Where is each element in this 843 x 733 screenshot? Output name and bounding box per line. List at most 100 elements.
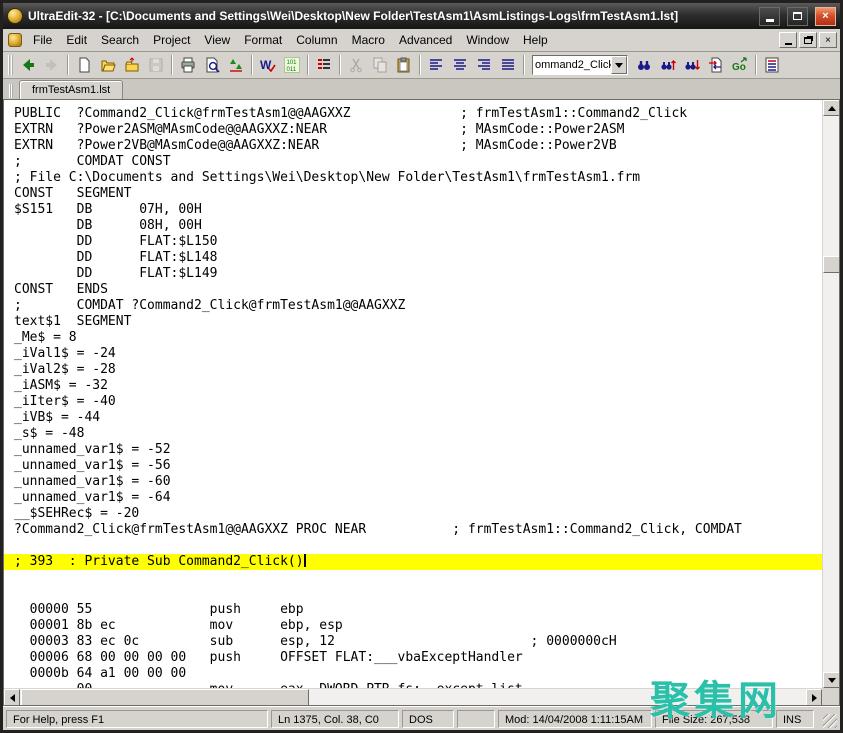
justify-button[interactable] [496, 54, 520, 77]
status-bar: For Help, press F1 Ln 1375, Col. 38, C0 … [3, 706, 840, 730]
vertical-scrollbar[interactable] [822, 100, 839, 688]
scroll-left-icon [6, 694, 15, 702]
copy-button [368, 54, 392, 77]
spell-check-button[interactable]: W [256, 54, 280, 77]
code-line [4, 538, 822, 554]
replace-button[interactable] [704, 54, 728, 77]
find-icon [636, 57, 652, 73]
code-line [4, 586, 822, 602]
paste-button[interactable] [392, 54, 416, 77]
print-preview-button[interactable] [200, 54, 224, 77]
code-line: CONST SEGMENT [4, 186, 822, 202]
scroll-up-button[interactable] [823, 100, 840, 116]
menu-item-search[interactable]: Search [94, 31, 146, 49]
code-line: ?Command2_Click@frmTestAsm1@@AAGXXZ PROC… [4, 522, 822, 538]
menu-item-macro[interactable]: Macro [345, 31, 392, 49]
tab-frmtestasm1[interactable]: frmTestAsm1.lst [19, 80, 123, 99]
find-what-value[interactable]: ommand2_Click [533, 56, 611, 74]
replace-icon [708, 57, 724, 73]
toolbar-grip[interactable] [8, 55, 13, 75]
chevron-down-icon [615, 63, 623, 72]
horizontal-scroll-thumb[interactable] [21, 689, 309, 706]
finddown-icon [684, 57, 700, 73]
scroll-down-button[interactable] [823, 672, 840, 688]
align-center-button[interactable] [448, 54, 472, 77]
menu-item-edit[interactable]: Edit [59, 31, 94, 49]
mdi-restore-icon [804, 37, 812, 44]
status-insert-mode: INS [776, 710, 814, 728]
code-line: __$SEHRec$ = -20 [4, 506, 822, 522]
code-line: PUBLIC ?Command2_Click@frmTestAsm1@@AAGX… [4, 106, 822, 122]
findup-icon [660, 57, 676, 73]
paste-icon [396, 57, 412, 73]
close-file-button[interactable] [120, 54, 144, 77]
maximize-icon [793, 12, 802, 20]
code-line: _Me$ = 8 [4, 330, 822, 346]
toolbar-separator [523, 55, 525, 75]
menu-item-format[interactable]: Format [237, 31, 289, 49]
code-line: DD FLAT:$L149 [4, 266, 822, 282]
document-system-menu-icon[interactable] [8, 33, 22, 47]
status-modified-time: Mod: 14/04/2008 1:11:15AM [498, 710, 652, 728]
copy-icon [372, 57, 388, 73]
back-button[interactable] [16, 54, 40, 77]
back-icon [20, 57, 36, 73]
toolbar-separator [251, 55, 253, 75]
mdi-close-icon: × [825, 35, 831, 46]
code-line: ; COMDAT CONST [4, 154, 822, 170]
forward-button [40, 54, 64, 77]
find-button[interactable] [632, 54, 656, 77]
menu-item-project[interactable]: Project [146, 31, 197, 49]
vertical-scroll-thumb[interactable] [823, 256, 840, 273]
code-line: DD FLAT:$L150 [4, 234, 822, 250]
tabbar-grip[interactable] [9, 84, 13, 98]
find-next-button[interactable] [680, 54, 704, 77]
scrollbar-corner [822, 688, 839, 705]
scroll-up-icon [828, 102, 836, 111]
compare-files-button[interactable] [224, 54, 248, 77]
align-left-button[interactable] [424, 54, 448, 77]
html-list-button[interactable] [760, 54, 784, 77]
ultraedit-app-icon[interactable] [7, 8, 23, 24]
goto-button[interactable]: Go [728, 54, 752, 77]
menu-bar: FileEditSearchProjectViewFormatColumnMac… [3, 29, 840, 52]
menu-item-window[interactable]: Window [459, 31, 516, 49]
mdi-minimize-button[interactable] [779, 32, 797, 48]
status-help-text: For Help, press F1 [6, 710, 268, 728]
new-file-button[interactable] [72, 54, 96, 77]
code-line: DD FLAT:$L148 [4, 250, 822, 266]
scroll-left-button[interactable] [4, 689, 20, 706]
horizontal-scrollbar[interactable] [4, 688, 822, 705]
hex-edit-button[interactable]: 101011 [280, 54, 304, 77]
mdi-restore-button[interactable] [799, 32, 817, 48]
find-prev-button[interactable] [656, 54, 680, 77]
menu-item-advanced[interactable]: Advanced [392, 31, 459, 49]
align-right-button[interactable] [472, 54, 496, 77]
editor-text-area[interactable]: PUBLIC ?Command2_Click@frmTestAsm1@@AAGX… [4, 100, 822, 688]
function-list-button[interactable] [312, 54, 336, 77]
close-button[interactable]: × [815, 7, 836, 26]
combobox-dropdown-button[interactable] [611, 56, 627, 74]
text-caret [304, 554, 306, 567]
resize-grip[interactable] [817, 710, 837, 728]
mdi-close-button[interactable]: × [819, 32, 837, 48]
compare-icon [228, 57, 244, 73]
menu-item-column[interactable]: Column [289, 31, 344, 49]
maximize-button[interactable] [787, 7, 808, 26]
open-file-button[interactable] [96, 54, 120, 77]
menu-item-file[interactable]: File [26, 31, 59, 49]
save-icon [148, 57, 164, 73]
svg-text:Go: Go [732, 62, 746, 73]
svg-text:101: 101 [287, 60, 298, 66]
print-button[interactable] [176, 54, 200, 77]
menu-item-view[interactable]: View [197, 31, 237, 49]
code-line: _unnamed_var1$ = -64 [4, 490, 822, 506]
toolbar-separator [419, 55, 421, 75]
find-what-combobox[interactable]: ommand2_Click [532, 55, 628, 75]
alignL-icon [428, 57, 444, 73]
scroll-right-button[interactable] [806, 689, 822, 706]
minimize-button[interactable] [759, 7, 780, 26]
menu-item-help[interactable]: Help [516, 31, 555, 49]
code-line: EXTRN ?Power2VB@MAsmCode@@AAGXXZ:NEAR ; … [4, 138, 822, 154]
code-line: _iVal2$ = -28 [4, 362, 822, 378]
